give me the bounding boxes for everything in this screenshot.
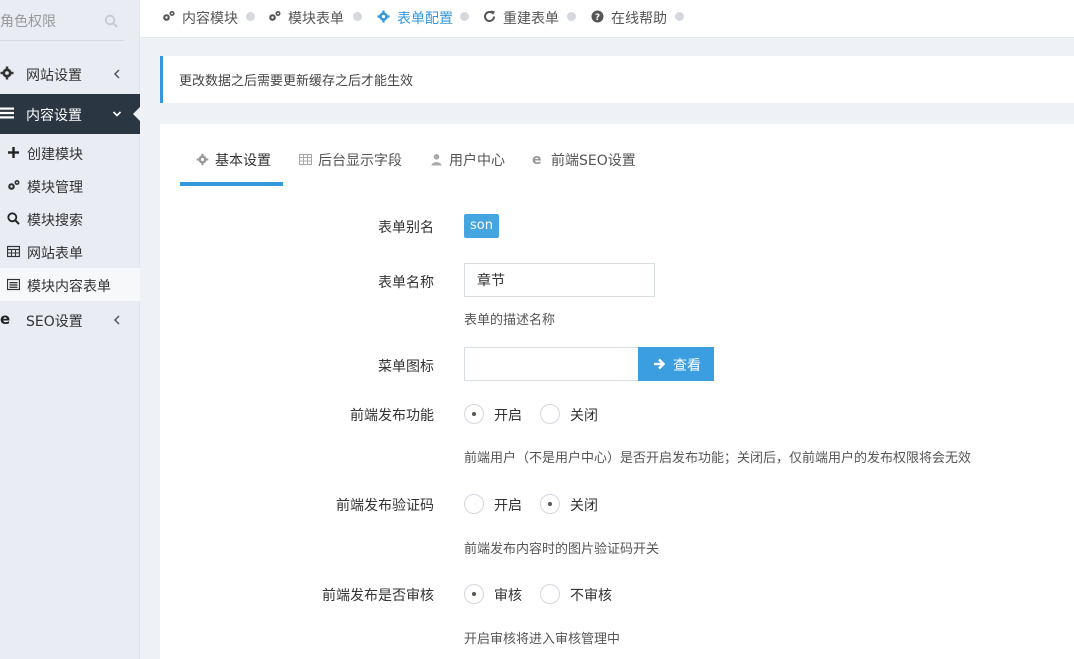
breadcrumb-separator [460,12,469,21]
radio-label: 关闭 [570,498,598,514]
sidebar-subitem-label: 模块搜索 [27,213,83,229]
svg-text:e: e [0,311,10,326]
arrow-right-icon [654,358,665,370]
breadcrumb-label: 在线帮助 [611,11,667,27]
captcha-label: 前端发布验证码 [336,498,434,514]
search-icon [7,212,20,225]
table-icon [7,245,20,258]
sidebar-subitem-label: 网站表单 [27,246,83,262]
gears-icon [163,11,175,21]
radio-label: 开启 [494,498,522,514]
radio-circle[interactable] [464,404,484,424]
sidebar-subitem-create-module[interactable]: 创建模块 [0,136,140,169]
breadcrumb-label: 重建表单 [503,11,559,27]
sidebar-subitem-label: 创建模块 [27,147,83,163]
captcha-help: 前端发布内容时的图片验证码开关 [464,542,660,557]
review-label: 前端发布是否审核 [322,588,434,604]
sidebar-subitem-module-content-forms[interactable]: 模块内容表单 [0,268,140,301]
breadcrumb-label: 内容模块 [182,11,238,27]
ie-icon: e [0,311,10,326]
gear-icon [0,66,14,80]
publish-help: 前端用户（不是用户中心）是否开启发布功能；关闭后，仅前端用户的发布权限将会无效 [464,451,972,466]
tab-label: 前端SEO设置 [551,153,636,169]
breadcrumb-separator [567,12,576,21]
list-alt-icon [7,278,20,291]
active-indicator [133,106,141,122]
plus-icon [8,147,19,158]
radio-label: 开启 [494,408,522,424]
bars-icon [0,107,14,119]
alias-label: 表单别名 [378,220,434,236]
sidebar-subitem-site-forms[interactable]: 网站表单 [0,235,140,268]
chevron-left-icon [113,69,120,79]
sidebar-item-site-settings[interactable]: 网站设置 [0,54,140,94]
notice-text: 更改数据之后需要更新缓存之后才能生效 [179,74,414,89]
ie-icon: e [532,152,542,166]
breadcrumb-separator [675,12,684,21]
gear-icon [196,153,209,166]
breadcrumb-separator [246,12,255,21]
breadcrumb-label: 表单配置 [397,11,453,27]
question-circle-icon: ? [591,10,604,23]
sidebar-item-seo-settings[interactable]: e SEO设置 [0,300,140,340]
alias-badge: son [464,214,499,238]
publish-label: 前端发布功能 [350,408,434,424]
breadcrumb-label: 模块表单 [288,11,344,27]
svg-text:e: e [532,152,542,166]
gears-icon [269,11,281,21]
sidebar-subitem-label: 模块内容表单 [27,279,111,295]
review-help: 开启审核将进入审核管理中 [464,632,621,647]
sidebar-subitem-module-search[interactable]: 模块搜索 [0,202,140,235]
active-tab-underline [180,182,283,186]
breadcrumb-separator [353,12,362,21]
radio-label: 不审核 [570,588,612,604]
menu-icon-input[interactable] [464,347,639,381]
user-icon [431,154,442,166]
radio-circle[interactable] [540,584,560,604]
table-icon [299,153,312,166]
sidebar: 角色权限 网站设置 内容设置 创建模块 模块管理 模块搜索 网站表单 模块内容表… [0,0,141,659]
radio-circle[interactable] [464,494,484,514]
tab-label: 用户中心 [449,153,505,169]
sidebar-item-label: 内容设置 [26,108,82,124]
tab-label: 基本设置 [215,153,271,169]
view-button-label: 查看 [673,357,701,373]
breadcrumb: 内容模块 模块表单 表单配置 重建表单 ? 在线帮助 [140,0,1074,38]
sidebar-item-label: SEO设置 [26,314,83,330]
view-icons-button[interactable]: 查看 [638,347,714,381]
form-panel: 基本设置 后台显示字段 用户中心 e 前端SEO设置 表单别名 son 表单名称… [160,124,1074,659]
cache-notice: 更改数据之后需要更新缓存之后才能生效 [160,56,1074,103]
chevron-left-icon [113,315,120,325]
radio-circle[interactable] [540,494,560,514]
sidebar-search-placeholder: 角色权限 [0,14,56,30]
name-help: 表单的描述名称 [464,313,556,328]
sidebar-subitem-module-manage[interactable]: 模块管理 [0,169,140,202]
sidebar-item-content-settings[interactable]: 内容设置 [0,94,141,134]
svg-text:?: ? [595,13,600,23]
search-icon[interactable] [104,14,118,28]
refresh-icon [484,10,495,22]
sidebar-item-label: 网站设置 [26,68,82,84]
sidebar-subitem-label: 模块管理 [27,180,83,196]
gears-icon [8,180,20,190]
radio-circle[interactable] [464,584,484,604]
form-name-input[interactable] [464,263,655,297]
chevron-down-icon [112,111,122,117]
gear-icon [377,10,390,23]
radio-label: 审核 [494,588,522,604]
radio-circle[interactable] [540,404,560,424]
sidebar-search[interactable]: 角色权限 [0,0,124,41]
radio-label: 关闭 [570,408,598,424]
name-label: 表单名称 [378,275,434,291]
menu-icon-label: 菜单图标 [378,359,434,375]
tab-label: 后台显示字段 [318,153,402,169]
